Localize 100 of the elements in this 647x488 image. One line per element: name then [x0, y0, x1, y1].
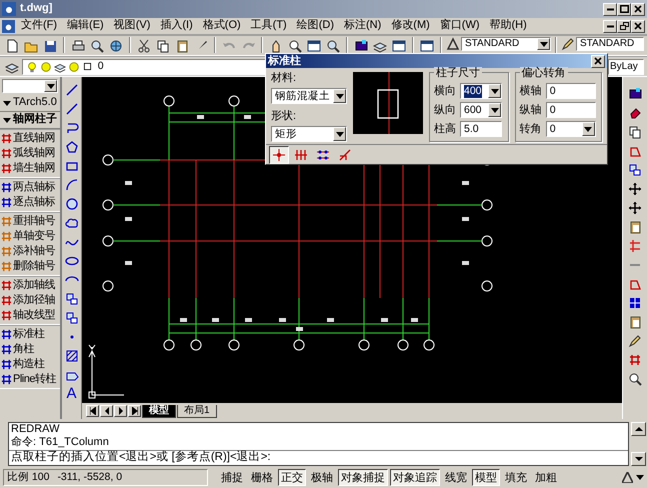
move-icon[interactable]	[628, 182, 642, 196]
close-button[interactable]	[591, 54, 605, 68]
menu-item[interactable]: 标注(N)	[340, 19, 386, 33]
point-insert-button[interactable]	[269, 146, 289, 164]
palette-item[interactable]: 添加径轴	[13, 294, 55, 308]
menu-item[interactable]: 格式(O)	[198, 19, 245, 33]
new-file-icon[interactable]	[5, 39, 19, 53]
maximize-button[interactable]	[617, 2, 631, 16]
palette-item[interactable]: 添补轴号	[13, 244, 55, 258]
minimize-button[interactable]	[603, 2, 617, 16]
circle-icon[interactable]	[64, 197, 78, 211]
palette-item[interactable]: 逐点轴标	[13, 196, 55, 210]
minimize-icon	[606, 8, 614, 10]
palette-item[interactable]: 两点轴标	[13, 180, 55, 194]
previous-tab-button[interactable]	[100, 405, 113, 417]
grid-icon	[1, 182, 12, 193]
status-toggle-button[interactable]: 模型	[472, 469, 500, 486]
status-toggle-button[interactable]: 对象捕捉	[338, 469, 388, 486]
close-button[interactable]	[631, 20, 645, 32]
linetype-dropdown[interactable]: ByLay	[608, 58, 644, 74]
copy-icon[interactable]	[156, 39, 170, 53]
layout-tab[interactable]: 模型	[142, 404, 176, 418]
status-toggle-button[interactable]: 捕捉	[218, 469, 246, 486]
restore-icon	[620, 22, 628, 30]
hatch-icon[interactable]	[64, 349, 78, 363]
caret-icon	[3, 100, 11, 106]
palette-item[interactable]: 单轴变号	[13, 230, 55, 244]
status-toggle-button[interactable]: 正交	[278, 469, 306, 486]
coordinates-text: -311, -5528, 0	[57, 471, 122, 484]
polygon-icon[interactable]	[64, 140, 78, 154]
zoom-icon[interactable]	[288, 39, 302, 53]
grid-icon	[1, 231, 12, 242]
palette-item[interactable]: 弧线轴网	[13, 146, 55, 160]
input-field[interactable]: 5.0	[460, 121, 502, 138]
status-toggle-button[interactable]: 线宽	[442, 469, 470, 486]
palette-item[interactable]: 标准柱	[13, 328, 44, 342]
scale-text: 比例 100	[7, 471, 50, 484]
text-tool-button[interactable]: A	[62, 385, 80, 403]
status-toggle-button[interactable]: 加粗	[532, 469, 560, 486]
palette-item[interactable]: 直线轴网	[13, 132, 55, 146]
last-arrow-icon	[132, 407, 138, 415]
menu-item[interactable]: 窗口(W)	[436, 19, 484, 33]
dropdown-field[interactable]: 0	[546, 121, 596, 138]
first-tab-button[interactable]	[86, 405, 99, 417]
last-tab-button[interactable]	[128, 405, 141, 417]
status-toggle-button[interactable]: 栅格	[248, 469, 276, 486]
material-dropdown[interactable]: 钢筋混凝土	[271, 88, 347, 104]
column-grid-icon	[317, 148, 329, 161]
palette-item[interactable]: 轴改线型	[13, 308, 55, 322]
palette-item[interactable]: 删除轴号	[13, 260, 55, 274]
input-field[interactable]: 0	[546, 83, 596, 100]
minimize-button[interactable]	[603, 20, 617, 32]
field-label: 横向	[434, 84, 456, 98]
palette-dropdown[interactable]	[2, 79, 58, 93]
input-field[interactable]: 0	[546, 102, 596, 118]
palette-item[interactable]: 构造柱	[13, 358, 44, 372]
palette-item[interactable]: 添加轴线	[13, 278, 55, 292]
close-button[interactable]	[631, 2, 645, 16]
command-history-line: 命令: T61_TColumn	[10, 436, 110, 449]
status-toggle-button[interactable]: 填充	[502, 469, 530, 486]
save-icon[interactable]	[43, 39, 57, 53]
document-icon	[2, 20, 15, 32]
polyline-icon[interactable]	[64, 121, 78, 135]
menu-item[interactable]: 修改(M)	[387, 19, 434, 33]
cut-icon[interactable]	[137, 39, 151, 53]
grid-icon	[1, 295, 12, 306]
palette-item[interactable]: 重排轴号	[13, 214, 55, 228]
menu-item[interactable]: 工具(T)	[246, 19, 291, 33]
search-icon[interactable]	[628, 372, 642, 386]
dropdown-field[interactable]: 400	[460, 83, 502, 100]
next-tab-button[interactable]	[114, 405, 127, 417]
status-toggle-button[interactable]: 对象追踪	[390, 469, 440, 486]
paste-icon[interactable]	[175, 39, 189, 53]
scroll-down-button[interactable]	[631, 452, 646, 466]
layout-tab[interactable]: 布局1	[177, 404, 217, 418]
menu-item[interactable]: 视图(V)	[110, 19, 154, 33]
column-outline-drawing	[377, 72, 399, 134]
dropdown-field[interactable]: 600	[460, 102, 502, 118]
revision-cloud-icon[interactable]	[64, 216, 78, 230]
palette-item[interactable]: Pline转柱	[13, 372, 56, 386]
shape-dropdown[interactable]: 矩形	[271, 126, 347, 142]
menu-item[interactable]: 编辑(E)	[63, 19, 108, 33]
menu-item[interactable]: 绘图(D)	[292, 19, 338, 33]
ellipse-icon[interactable]	[64, 254, 78, 268]
print-icon[interactable]	[71, 39, 85, 53]
status-toggle-button[interactable]: 极轴	[308, 469, 336, 486]
palette-item[interactable]: 墙生轴网	[13, 162, 55, 176]
arc-icon[interactable]	[64, 178, 78, 192]
dimension-style-dropdown[interactable]: STANDARD	[576, 37, 644, 51]
menu-item[interactable]: 插入(I)	[156, 19, 197, 33]
restore-button[interactable]	[617, 20, 631, 32]
menu-item[interactable]: 文件(F)	[17, 19, 62, 33]
text-style-dropdown[interactable]: STANDARD	[461, 37, 551, 51]
menu-item[interactable]: 帮助(H)	[486, 19, 531, 33]
line-icon[interactable]	[64, 83, 78, 97]
command-prompt[interactable]: 点取柱子的插入位置<退出>或 [参考点(R)]<退出>:	[9, 450, 628, 465]
scroll-up-button[interactable]	[631, 422, 646, 436]
column-replace-icon	[339, 148, 351, 161]
palette-item[interactable]: 角柱	[13, 342, 34, 356]
field-label: 柱高	[434, 122, 456, 136]
